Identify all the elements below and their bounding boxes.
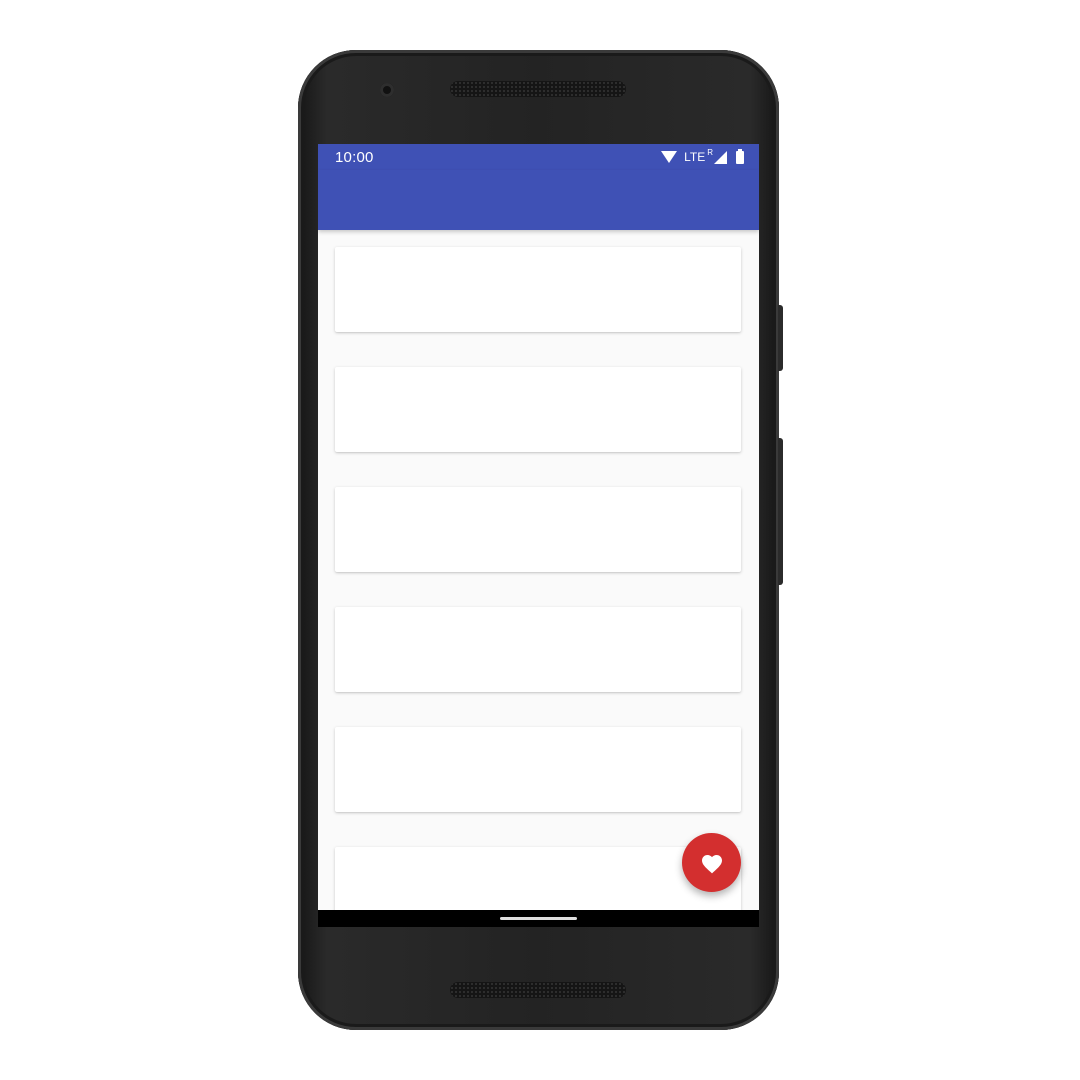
navigation-bar xyxy=(318,910,759,927)
list-card[interactable] xyxy=(335,487,741,572)
list-card[interactable] xyxy=(335,367,741,452)
status-icons: LTE R xyxy=(661,148,744,166)
signal-icon xyxy=(714,150,727,164)
phone-screen: 10:00 LTE R xyxy=(318,144,759,927)
power-button xyxy=(778,305,783,371)
status-bar: 10:00 LTE R xyxy=(318,144,759,170)
network-type-label: LTE xyxy=(684,150,706,164)
roaming-indicator: R xyxy=(707,147,713,157)
list-card[interactable] xyxy=(335,727,741,812)
volume-button xyxy=(778,438,783,585)
favorite-fab-button[interactable] xyxy=(682,833,741,892)
front-camera xyxy=(380,83,394,97)
home-gesture-handle[interactable] xyxy=(500,917,577,920)
list-card[interactable] xyxy=(335,607,741,692)
status-time: 10:00 xyxy=(335,149,374,166)
heart-icon xyxy=(701,854,722,873)
app-bar xyxy=(318,170,759,230)
wifi-icon xyxy=(661,151,678,163)
list-card[interactable] xyxy=(335,247,741,332)
top-speaker-grille xyxy=(450,81,626,97)
bottom-speaker-grille xyxy=(450,982,626,998)
battery-icon xyxy=(736,148,744,164)
